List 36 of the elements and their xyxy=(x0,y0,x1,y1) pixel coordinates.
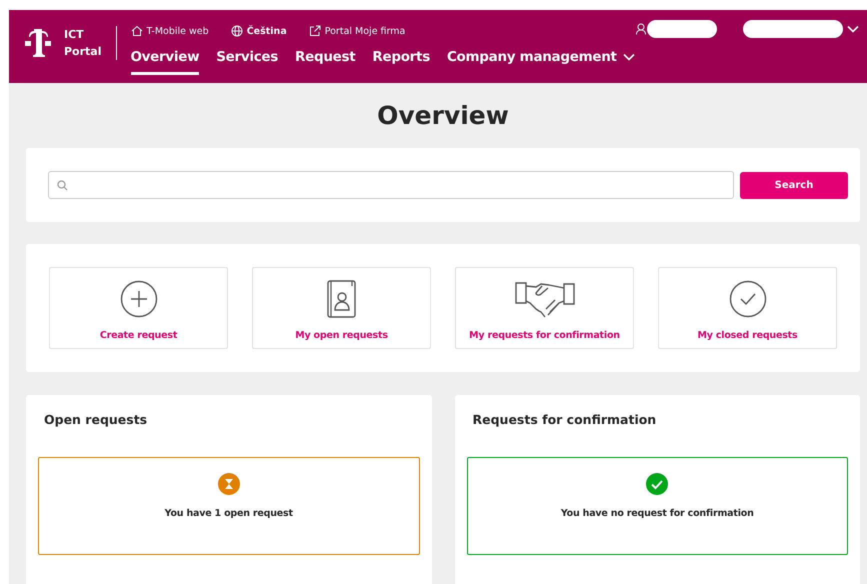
check-circle-icon xyxy=(646,473,668,495)
header-link[interactable]: T-Mobile web xyxy=(130,24,209,38)
shortcut-tile[interactable]: My requests for confirmation xyxy=(455,267,634,349)
nav-tab[interactable]: Reports xyxy=(372,49,430,75)
card-title: Open requests xyxy=(44,412,148,427)
check-circle-icon xyxy=(728,280,766,318)
nav-tab[interactable]: Request xyxy=(295,49,356,75)
shortcut-tile[interactable]: My closed requests xyxy=(658,267,837,349)
header-link[interactable]: Čeština xyxy=(230,24,287,38)
search-button[interactable]: Search xyxy=(740,172,848,198)
logo-icon[interactable] xyxy=(25,28,51,58)
globe-icon xyxy=(230,25,243,37)
shortcut-tile[interactable]: Create request xyxy=(49,267,228,349)
shortcut-tile[interactable]: My open requests xyxy=(252,267,431,349)
page-title: Overview xyxy=(376,101,510,130)
nav-tab[interactable]: Overview xyxy=(130,49,200,75)
handshake-icon xyxy=(514,280,574,318)
plus-circle-icon xyxy=(120,280,158,318)
chevron-down-icon[interactable] xyxy=(847,25,859,33)
external-link-icon xyxy=(308,25,321,37)
card-title: Requests for confirmation xyxy=(472,412,658,427)
status-message: You have no request for confirmation xyxy=(560,508,754,519)
search-field[interactable] xyxy=(48,171,734,199)
nav-tab[interactable]: Services xyxy=(216,49,278,75)
brand-name: Portal xyxy=(64,45,102,58)
header-link[interactable]: Portal Moje firma xyxy=(308,24,406,38)
account-select[interactable] xyxy=(743,20,843,38)
brand-name: ICT xyxy=(64,28,85,41)
contact-book-icon xyxy=(326,280,356,318)
status-message: You have 1 open request xyxy=(164,508,293,519)
hourglass-icon xyxy=(218,473,240,495)
home-icon xyxy=(130,25,142,37)
nav-tab[interactable]: Company management xyxy=(446,49,635,75)
redacted-field xyxy=(647,20,717,38)
search-icon xyxy=(57,180,68,190)
user-icon xyxy=(636,23,646,35)
